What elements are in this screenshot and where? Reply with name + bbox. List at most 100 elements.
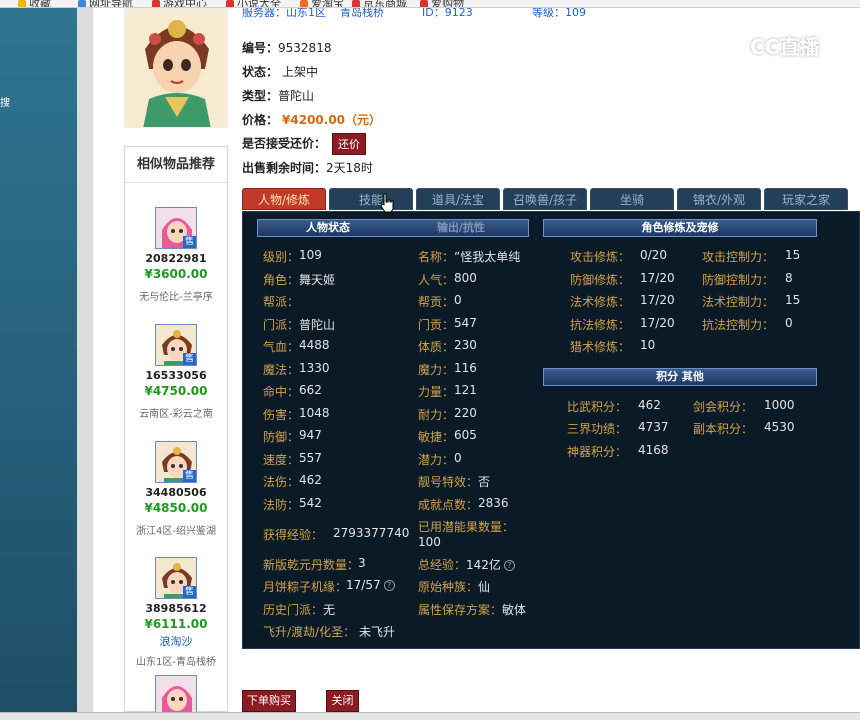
bookmark-taobao[interactable]: 爱淘宝 <box>300 0 344 7</box>
help-icon[interactable]: ? <box>383 580 395 591</box>
score-label: 副本积分： <box>693 422 754 436</box>
status-tab-label[interactable]: 人物状态 <box>260 220 396 236</box>
race-value: 仙 <box>478 580 491 594</box>
mouse-hand-cursor-icon <box>380 193 394 213</box>
item-type-row: 类型：普陀山 <box>242 87 314 104</box>
similar-item-id: 38985612 <box>145 602 207 615</box>
stat-value: 否 <box>478 475 491 489</box>
similar-item[interactable]: 售 20822981 ¥3600.00 无与伦比-兰亭序 <box>125 207 227 303</box>
stat-value: 121 <box>454 383 477 397</box>
item-status-row: 状态： 上架中 <box>242 63 318 80</box>
ascension-label: 飞升/渡劫/化圣： <box>263 625 356 639</box>
qianyuan-value: 3 <box>358 556 366 570</box>
tab-home[interactable]: 玩家之家 <box>764 188 848 210</box>
help-icon[interactable]: ? <box>503 560 515 571</box>
stat-label: 伤害： <box>263 408 300 422</box>
score-section-header: 积分 其他 <box>543 368 817 386</box>
score-value: 4737 <box>638 420 669 434</box>
similar-item-portrait[interactable]: 售 <box>155 441 197 483</box>
stat-value: ”怪我太单纯 <box>454 250 521 264</box>
stat-value: 230 <box>454 338 477 352</box>
cultivation-section-header: 角色修炼及宠修 <box>543 219 817 237</box>
exp-value: 2793377740 <box>333 526 410 540</box>
stream-watermark: CC直播 <box>720 31 832 59</box>
stat-value: 116 <box>454 361 477 375</box>
status-section-header: 人物状态 输出/抗性 <box>257 219 529 237</box>
tab-mounts[interactable]: 坐骑 <box>590 188 674 210</box>
cult-label: 猎术修炼： <box>570 340 631 354</box>
similar-item-id: 16533056 <box>145 369 207 382</box>
stat-value: 557 <box>299 451 322 465</box>
close-button[interactable]: 关闭 <box>326 690 359 712</box>
cult-label: 抗法修炼： <box>570 318 631 332</box>
similar-item-server: 云南区-彩云之南 <box>139 409 213 420</box>
cult-value: 15 <box>785 248 801 262</box>
stat-label: 气血： <box>263 340 300 354</box>
similar-item[interactable]: 售 34480506 ¥4850.00 浙江4区-绍兴鉴湖 <box>125 441 227 537</box>
stat-value: 109 <box>299 248 322 262</box>
cult-value: 8 <box>785 271 793 285</box>
bookmark-shopping[interactable]: 爱购物 <box>420 0 464 7</box>
resist-tab-label[interactable]: 输出/抗性 <box>396 220 526 236</box>
shopping-icon <box>420 0 428 7</box>
bookmark-jd[interactable]: 京东商城 <box>352 0 407 7</box>
mooncake-label: 月饼粽子机缘： <box>263 580 348 594</box>
mooncake-value: 17/57? <box>346 578 395 592</box>
buy-button[interactable]: 下单购买 <box>242 690 296 712</box>
item-remain-row: 出售剩余时间：2天18时 <box>242 159 373 176</box>
item-status-label: 状态： <box>242 65 279 79</box>
stat-label: 潜力： <box>418 453 455 467</box>
cult-label: 法术修炼： <box>570 295 631 309</box>
score-value: 4530 <box>764 420 795 434</box>
similar-item-seller[interactable]: 浪淘沙 <box>125 633 227 649</box>
stat-label: 角色： <box>263 273 300 287</box>
score-value: 1000 <box>764 398 795 412</box>
similar-items-panel: 相似物品推荐 售 20822981 ¥3600.00 无与伦比-兰亭序 售 16… <box>124 146 228 717</box>
item-price-value: ¥4200.00（元） <box>282 113 382 127</box>
similar-item-price: ¥6111.00 <box>144 617 208 631</box>
similar-item-portrait[interactable] <box>155 675 197 717</box>
bookmark-novels[interactable]: 小说大全 <box>226 0 281 7</box>
similar-item-portrait[interactable]: 售 <box>155 324 197 366</box>
tab-outfits[interactable]: 锦衣/外观 <box>677 188 761 210</box>
stat-value: 542 <box>299 496 322 510</box>
item-status-value: 上架中 <box>282 65 319 79</box>
stat-label: 法伤： <box>263 475 300 489</box>
item-type-label: 类型： <box>242 89 279 103</box>
cult-value: 15 <box>785 293 801 307</box>
qianyuan-label: 新版乾元丹数量： <box>263 558 360 572</box>
tab-items[interactable]: 道具/法宝 <box>416 188 500 210</box>
sale-badge: 售 <box>183 586 196 598</box>
bookmark-games[interactable]: 游戏中心 <box>152 0 207 7</box>
stat-label: 成就点数： <box>418 498 479 512</box>
tab-skills[interactable]: 技能 <box>329 188 413 210</box>
item-type-value: 普陀山 <box>278 89 315 103</box>
stat-value: 普陀山 <box>299 318 336 332</box>
role-id: ID：9123 <box>422 8 473 19</box>
bargain-button[interactable]: 还价 <box>332 133 367 155</box>
tab-pets[interactable]: 召唤兽/孩子 <box>503 188 587 210</box>
history-school-value: 无 <box>323 603 336 617</box>
total-exp-value: 142亿? <box>466 556 515 573</box>
star-icon <box>18 0 26 7</box>
bookmark-nav[interactable]: 网址导航 <box>78 0 133 7</box>
similar-item-portrait[interactable]: 售 <box>155 557 197 599</box>
stat-value: 舞天姬 <box>299 273 336 287</box>
stat-label: 魔法： <box>263 363 300 377</box>
server-info: 服务器：山东1区 <box>242 8 326 19</box>
attr-scheme-label: 属性保存方案： <box>418 603 503 617</box>
sale-badge: 售 <box>183 353 196 365</box>
stat-label: 帮派： <box>263 295 300 309</box>
stat-label: 耐力： <box>418 408 455 422</box>
similar-item[interactable]: 售 38985612 ¥6111.00 浪淘沙 山东1区-青岛栈桥 <box>125 557 227 668</box>
stat-label: 法防： <box>263 498 300 512</box>
similar-item[interactable]: 售 16533056 ¥4750.00 云南区-彩云之南 <box>125 324 227 420</box>
history-school-label: 历史门派： <box>263 603 324 617</box>
bookmark-favorites[interactable]: 收藏 <box>18 0 51 7</box>
tab-character[interactable]: 人物/修炼 <box>242 188 326 210</box>
similar-item[interactable] <box>125 675 227 717</box>
score-label: 三界功绩： <box>567 422 628 436</box>
character-portrait-image <box>125 9 227 127</box>
server-strip: 服务器：山东1区 青岛栈桥 ID：9123 等级：109 <box>242 8 860 20</box>
similar-item-portrait[interactable]: 售 <box>155 207 197 249</box>
